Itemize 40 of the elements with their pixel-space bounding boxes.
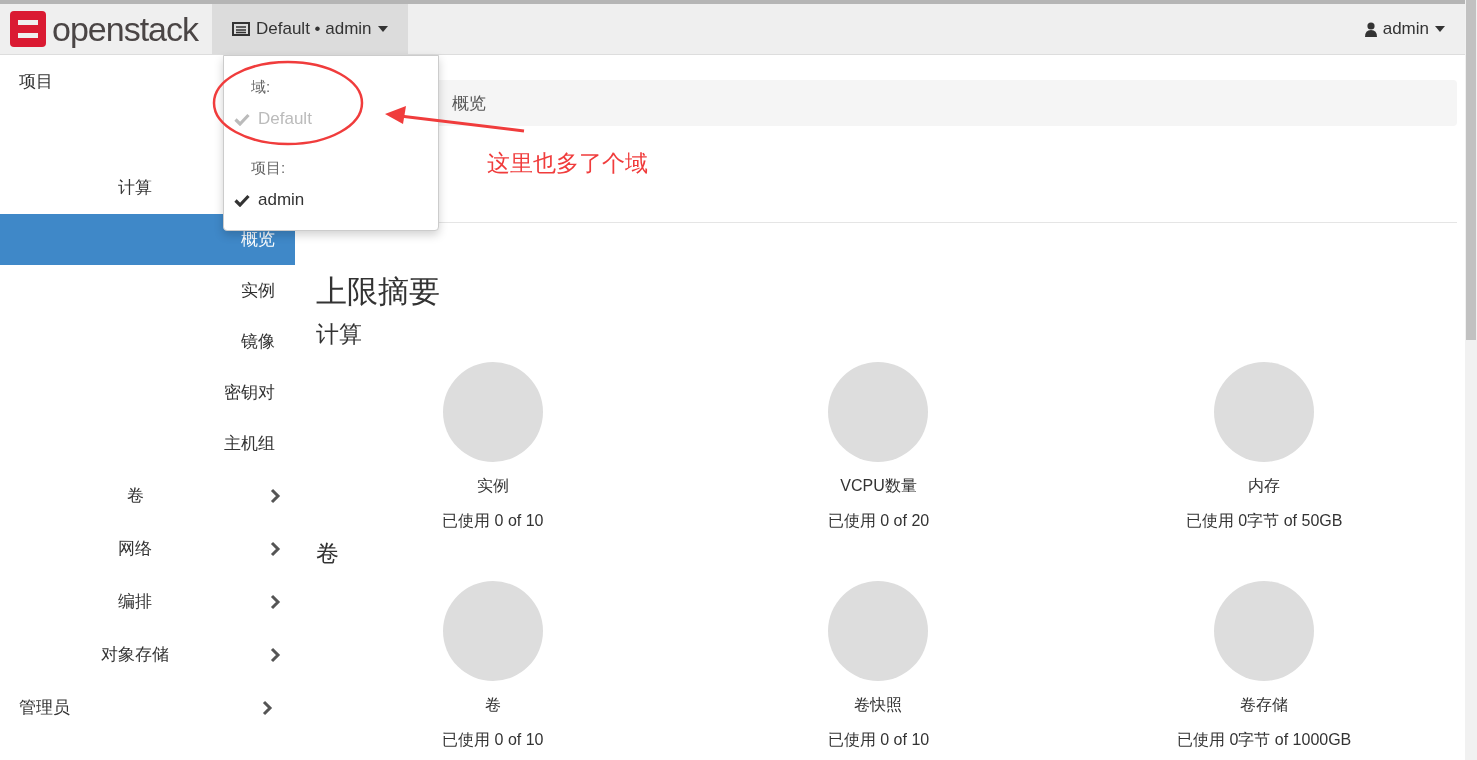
- annotation-text: 这里也多了个域: [487, 149, 648, 178]
- caret-icon: [377, 26, 388, 32]
- quota-usage: 已使用 0 of 10: [442, 730, 544, 750]
- menu-header: 项目:: [250, 159, 287, 177]
- quota-name: 内存: [1248, 476, 1281, 496]
- sidebar-item[interactable]: 概览: [0, 214, 295, 265]
- breadcrumb-item: 概览: [452, 92, 486, 115]
- sidebar-item[interactable]: 密钥对: [0, 367, 295, 418]
- logo-icon: [10, 11, 46, 47]
- sidebar-item[interactable]: 主机组: [0, 418, 295, 469]
- caret-icon: [1435, 26, 1445, 32]
- user-menu[interactable]: admin: [1364, 19, 1465, 39]
- quota-name: VCPU数量: [840, 476, 917, 496]
- section-title: 卷: [316, 539, 340, 568]
- quota-name: 卷存储: [1240, 695, 1289, 715]
- section-title: 计算: [316, 320, 363, 349]
- sidebar-item[interactable]: 对象存储: [0, 628, 270, 681]
- sidebar-item[interactable]: 项目: [0, 55, 53, 108]
- sidebar-item[interactable]: 实例: [0, 265, 295, 316]
- scrollbar[interactable]: [1465, 0, 1477, 760]
- sidebar-item[interactable]: 编排: [0, 575, 270, 628]
- sidebar-item[interactable]: 网络: [0, 522, 270, 575]
- quota-usage: 已使用 0字节 of 1000GB: [1177, 730, 1352, 750]
- quota-usage: 已使用 0 of 20: [827, 511, 930, 531]
- quota-name: 卷: [484, 695, 501, 715]
- quota-name: 实例: [476, 476, 509, 496]
- menu-item[interactable]: admin: [224, 185, 438, 215]
- quota-usage: 已使用 0 of 10: [827, 730, 930, 750]
- quota-usage: 已使用 0 of 10: [442, 511, 544, 531]
- sidebar-item[interactable]: 镜像: [0, 316, 295, 367]
- sidebar-item[interactable]: 管理员: [0, 681, 70, 734]
- quota-name: 卷快照: [854, 695, 903, 715]
- menu-header: 域:: [250, 78, 272, 96]
- page-title: 上限摘要: [316, 273, 441, 311]
- quota-usage: 已使用 0字节 of 50GB: [1185, 511, 1343, 531]
- sidebar-item[interactable]: 卷: [0, 469, 270, 522]
- list-icon: [232, 22, 250, 36]
- brand-name: openstack: [52, 9, 198, 49]
- project-selector[interactable]: Default • admin: [212, 4, 408, 54]
- user-icon: [1364, 21, 1377, 37]
